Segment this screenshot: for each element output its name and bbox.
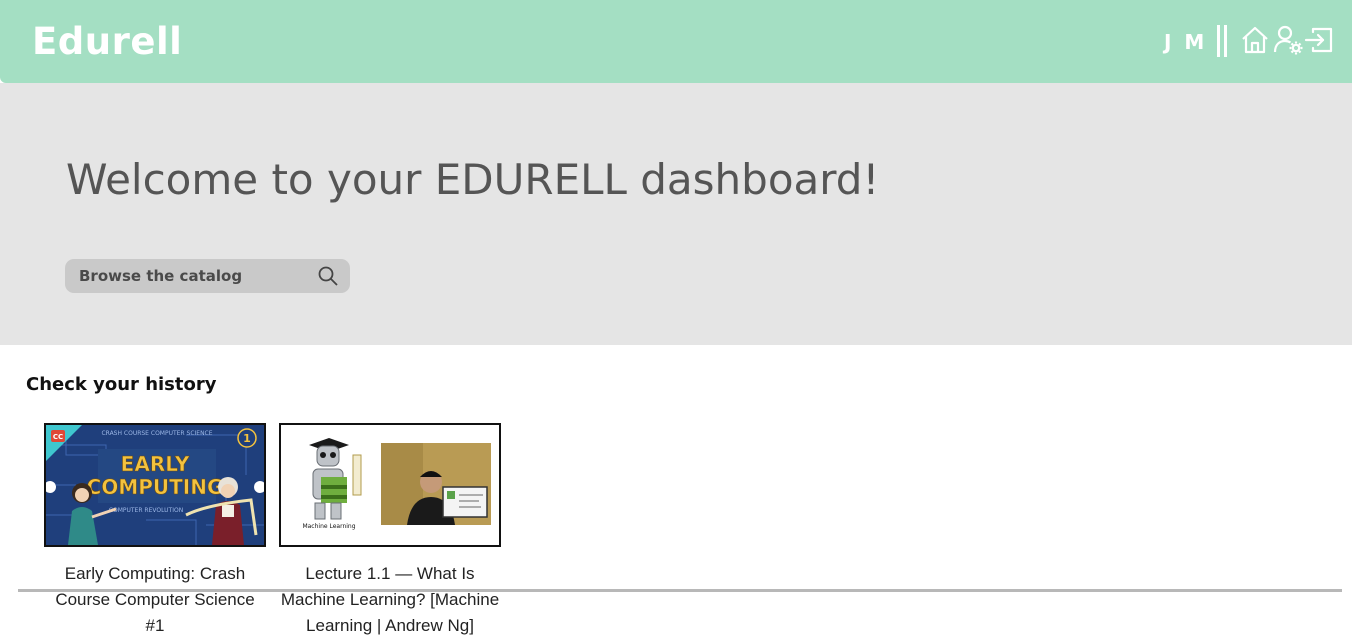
page-title: Welcome to your EDURELL dashboard! <box>66 155 880 204</box>
user-initials[interactable]: J M <box>1164 30 1207 54</box>
logout-icon[interactable] <box>1304 24 1334 56</box>
video-thumbnail[interactable]: Machine Learning <box>279 423 501 547</box>
thumbnail-headline-2: COMPUTING <box>87 475 224 499</box>
catalog-search-input[interactable] <box>65 259 319 293</box>
thumbnail-banner: CRASH COURSE COMPUTER SCIENCE <box>101 430 212 437</box>
episode-number: 1 <box>243 432 251 445</box>
top-navigation-bar: Edurell J M <box>0 0 1352 83</box>
welcome-hero: Welcome to your EDURELL dashboard! <box>0 83 1352 345</box>
machine-learning-thumbnail: Machine Learning <box>281 425 499 545</box>
thumbnail-caption: Machine Learning <box>302 523 355 530</box>
history-video-card[interactable]: Machine Learning Lecture 1.1 — What Is M… <box>279 423 501 639</box>
brand-logo[interactable]: Edurell <box>32 20 182 63</box>
video-thumbnail[interactable]: CC 1 CRASH COURSE COMPUTER SCIENCE EARLY… <box>44 423 266 547</box>
divider-icon <box>1217 25 1227 57</box>
user-settings-icon[interactable] <box>1273 24 1303 56</box>
early-computing-thumbnail: CC 1 CRASH COURSE COMPUTER SCIENCE EARLY… <box>46 425 264 545</box>
thumbnail-badge: CC <box>53 433 63 441</box>
catalog-search-box <box>65 259 350 293</box>
search-icon[interactable] <box>318 266 338 286</box>
thumbnail-headline-1: EARLY <box>121 452 190 476</box>
video-title[interactable]: Early Computing: Crash Course Computer S… <box>44 561 266 639</box>
video-title[interactable]: Lecture 1.1 — What Is Machine Learning? … <box>279 561 501 639</box>
history-heading: Check your history <box>26 374 217 395</box>
history-video-card[interactable]: CC 1 CRASH COURSE COMPUTER SCIENCE EARLY… <box>44 423 266 639</box>
thumbnail-subtitle: COMPUTER REVOLUTION <box>109 507 183 514</box>
home-icon[interactable] <box>1240 24 1270 56</box>
